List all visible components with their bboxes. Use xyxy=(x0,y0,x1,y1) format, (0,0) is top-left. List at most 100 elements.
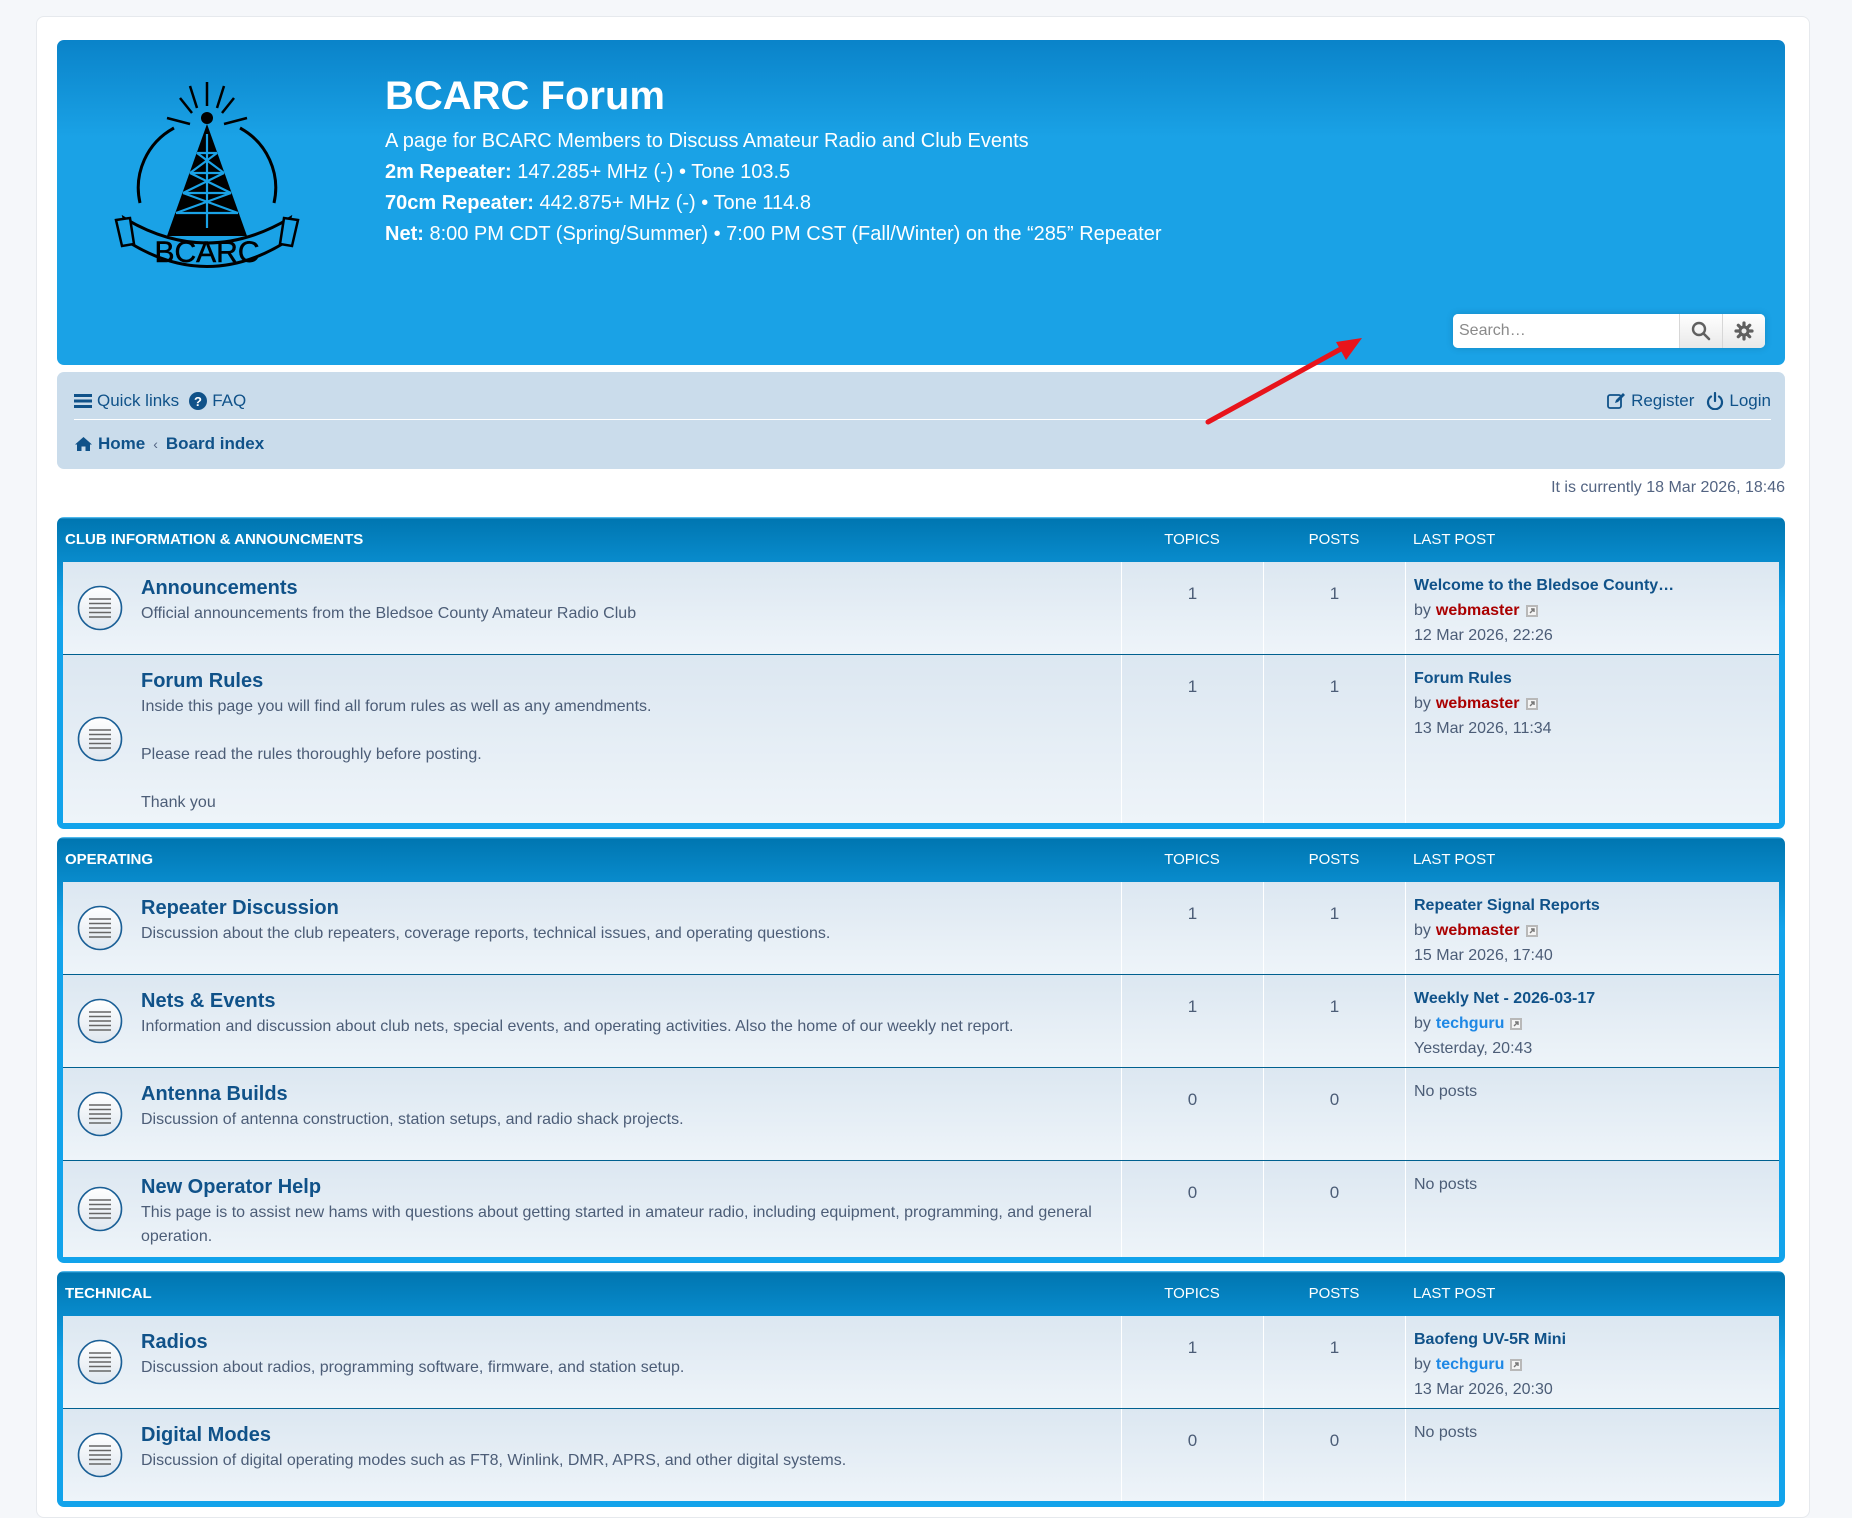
category-header: CLUB INFORMATION & ANNOUNCMENTS TOPICS POS… xyxy=(63,517,1779,562)
repeater-70cm: 70cm Repeater: 442.875+ MHz (-) • Tone 1… xyxy=(385,192,811,214)
last-post-title-link[interactable]: Weekly Net - 2026-03-17 xyxy=(1414,986,1771,1011)
forum-text: Radios Discussion about radios, programmi… xyxy=(141,1316,684,1408)
forum-title-link[interactable]: Announcements xyxy=(141,577,636,600)
site-title[interactable]: BCARC Forum xyxy=(385,74,665,119)
view-post-icon[interactable] xyxy=(1525,924,1539,938)
username-link[interactable]: techguru xyxy=(1436,1352,1504,1377)
last-post-author: by webmaster xyxy=(1414,691,1771,716)
column-topics-header: TOPICS xyxy=(1164,851,1220,868)
category-title[interactable]: OPERATING xyxy=(63,851,1121,868)
column-topics-header: TOPICS xyxy=(1164,531,1220,548)
last-post-time: 12 Mar 2026, 22:26 xyxy=(1414,627,1553,644)
category-block: OPERATING TOPICS POSTS LAST POST Repeater Di… xyxy=(57,837,1785,1263)
username-link[interactable]: webmaster xyxy=(1436,918,1520,943)
topics-count: 0 xyxy=(1121,1161,1263,1257)
last-post: Forum Rules by webmaster 13 Mar 2026, 11:34 xyxy=(1405,655,1779,823)
page-wrapper: BCARC BCARC Forum A page for BCARC Membe… xyxy=(36,16,1810,1518)
forum-description: This page is to assist new hams with que… xyxy=(141,1204,1092,1245)
topics-count: 1 xyxy=(1121,975,1263,1067)
by-label: by xyxy=(1414,695,1431,712)
last-post: Weekly Net - 2026-03-17 by techguru Yesterd… xyxy=(1405,975,1779,1067)
forum-text: Repeater Discussion Discussion about the … xyxy=(141,882,830,974)
login-link[interactable]: Login xyxy=(1706,391,1771,411)
faq-link[interactable]: ? FAQ xyxy=(189,391,246,411)
view-post-icon[interactable] xyxy=(1525,697,1539,711)
forum-text: Antenna Builds Discussion of antenna cons… xyxy=(141,1068,684,1160)
column-posts-header: POSTS xyxy=(1308,851,1360,868)
search-button[interactable] xyxy=(1679,314,1722,348)
category-block: CLUB INFORMATION & ANNOUNCMENTS TOPICS POS… xyxy=(57,517,1785,829)
forum-row: Radios Discussion about radios, programmi… xyxy=(63,1316,1779,1408)
topics-count: 1 xyxy=(1121,882,1263,974)
forum-main: Forum Rules Inside this page you will fin… xyxy=(63,655,1121,823)
topics-count: 1 xyxy=(1121,655,1263,823)
search-input[interactable] xyxy=(1453,314,1679,348)
column-last-post-header: LAST POST xyxy=(1413,531,1496,548)
column-last-post-header: LAST POST xyxy=(1413,851,1496,868)
forum-title-link[interactable]: Nets & Events xyxy=(141,990,1014,1013)
view-post-icon[interactable] xyxy=(1525,604,1539,618)
net-info: Net: 8:00 PM CDT (Spring/Summer) • 7:00 … xyxy=(385,223,1162,245)
forum-text: Digital Modes Discussion of digital opera… xyxy=(141,1409,846,1501)
category-block: TECHNICAL TOPICS POSTS LAST POST Radios Discu… xyxy=(57,1271,1785,1507)
last-post-title-link[interactable]: Repeater Signal Reports xyxy=(1414,893,1771,918)
username-link[interactable]: webmaster xyxy=(1436,691,1520,716)
forum-read-icon xyxy=(77,1186,123,1232)
last-post-title-link[interactable]: Welcome to the Bledsoe County… xyxy=(1414,573,1771,598)
category-title[interactable]: TECHNICAL xyxy=(63,1285,1121,1302)
topics-count: 1 xyxy=(1121,1316,1263,1408)
register-label: Register xyxy=(1631,391,1695,410)
posts-count: 0 xyxy=(1263,1409,1405,1501)
last-post: No posts xyxy=(1405,1409,1779,1501)
breadcrumb-board-index[interactable]: Board index xyxy=(166,434,264,454)
question-icon: ? xyxy=(189,392,208,410)
last-post-title-link[interactable]: Forum Rules xyxy=(1414,666,1771,691)
category-title[interactable]: CLUB INFORMATION & ANNOUNCMENTS xyxy=(63,531,1121,548)
no-posts-label: No posts xyxy=(1414,1176,1478,1193)
forum-read-icon xyxy=(77,716,123,762)
breadcrumb-home-label: Home xyxy=(98,434,146,453)
forum-text: Announcements Official announcements from… xyxy=(141,562,636,654)
last-post: Repeater Signal Reports by webmaster 15 Mar… xyxy=(1405,882,1779,974)
home-icon xyxy=(75,437,92,451)
forum-title-link[interactable]: Repeater Discussion xyxy=(141,897,830,920)
posts-count: 1 xyxy=(1263,1316,1405,1408)
forum-main: Nets & Events Information and discussion … xyxy=(63,975,1121,1067)
nav-left: Quick links ? FAQ xyxy=(74,391,246,411)
by-label: by xyxy=(1414,1356,1431,1373)
posts-count: 0 xyxy=(1263,1068,1405,1160)
forum-description: Discussion of digital operating modes su… xyxy=(141,1452,847,1469)
view-post-icon[interactable] xyxy=(1509,1017,1523,1031)
forum-title-link[interactable]: Antenna Builds xyxy=(141,1083,684,1106)
posts-count: 1 xyxy=(1263,882,1405,974)
posts-count: 0 xyxy=(1263,1161,1405,1257)
forum-read-icon xyxy=(77,1091,123,1137)
quick-links-menu[interactable]: Quick links xyxy=(74,391,179,411)
username-link[interactable]: techguru xyxy=(1436,1011,1504,1036)
username-link[interactable]: webmaster xyxy=(1436,598,1520,623)
register-link[interactable]: Register xyxy=(1607,391,1694,411)
breadcrumb-home[interactable]: Home xyxy=(74,434,145,454)
by-label: by xyxy=(1414,1015,1431,1032)
last-post: No posts xyxy=(1405,1068,1779,1160)
forum-title-link[interactable]: Digital Modes xyxy=(141,1424,846,1447)
last-post-author: by techguru xyxy=(1414,1011,1771,1036)
forum-title-link[interactable]: Forum Rules xyxy=(141,670,651,693)
forum-text: Nets & Events Information and discussion … xyxy=(141,975,1014,1067)
forum-title-link[interactable]: New Operator Help xyxy=(141,1176,1121,1199)
advanced-search-button[interactable] xyxy=(1722,314,1765,348)
breadcrumb-separator: ‹ xyxy=(153,436,158,452)
forum-row: Digital Modes Discussion of digital opera… xyxy=(63,1408,1779,1501)
by-label: by xyxy=(1414,922,1431,939)
forum-main: New Operator Help This page is to assist … xyxy=(63,1161,1121,1257)
last-post-title-link[interactable]: Baofeng UV-5R Mini xyxy=(1414,1327,1771,1352)
view-post-icon[interactable] xyxy=(1509,1358,1523,1372)
forum-row: Forum Rules Inside this page you will fin… xyxy=(63,654,1779,823)
forum-rows: Repeater Discussion Discussion about the … xyxy=(63,882,1779,1257)
site-logo[interactable]: BCARC xyxy=(112,68,302,278)
navbar: Quick links ? FAQ Register Login Home ‹ … xyxy=(57,372,1785,469)
forum-rows: Radios Discussion about radios, programmi… xyxy=(63,1316,1779,1501)
svg-text:?: ? xyxy=(194,394,202,409)
forum-title-link[interactable]: Radios xyxy=(141,1331,684,1354)
faq-label: FAQ xyxy=(212,391,247,410)
